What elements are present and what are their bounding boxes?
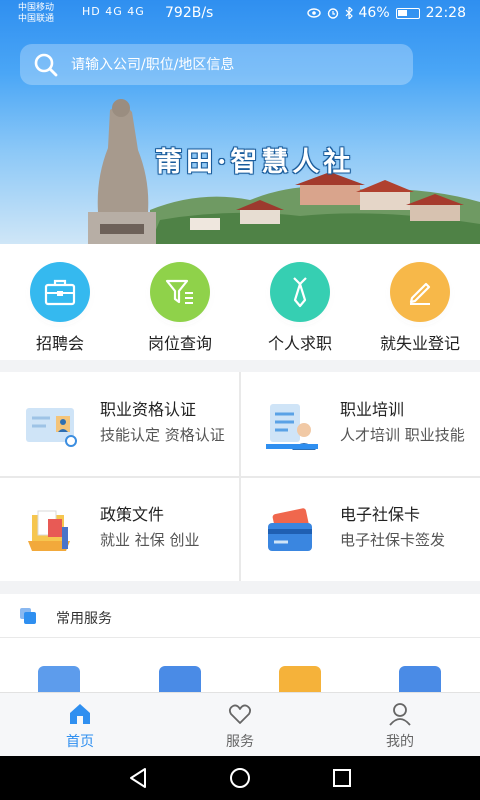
clock: 22:28 (425, 5, 466, 21)
tab-label-home: 首页 (66, 734, 94, 750)
home-button-icon[interactable] (228, 766, 252, 790)
quick-item-job-fair[interactable]: 招聘会 (0, 262, 120, 354)
service-cards: 职业资格认证 技能认定 资格认证 职业培训 人才培训 职业技能 政策文件 就业 … (0, 372, 480, 581)
training-icon (266, 404, 318, 450)
system-nav-bar (0, 756, 480, 800)
battery-percent: 46% (358, 5, 390, 21)
card-desc-training: 人才培训 职业技能 (340, 426, 465, 444)
card-desc-qualification: 技能认定 资格认证 (100, 426, 225, 444)
card-title-qualification: 职业资格认证 (100, 400, 197, 419)
common-services: 常用服务 (0, 594, 480, 696)
card-desc-policy: 就业 社保 创业 (100, 531, 200, 549)
banner: 中国移动 中国联通 HD 4G 4G 792B/s 46% 22:28 请输入公… (0, 0, 480, 244)
card-qualification[interactable]: 职业资格认证 技能认定 资格认证 (0, 372, 240, 476)
document-folder-icon (28, 510, 70, 551)
card-title-training: 职业培训 (340, 400, 405, 419)
search-bar[interactable] (20, 44, 413, 85)
tab-home[interactable]: 首页 (20, 701, 140, 751)
app-screen: 中国移动 中国联通 HD 4G 4G 792B/s 46% 22:28 请输入公… (0, 0, 480, 800)
tab-mine[interactable]: 我的 (340, 701, 460, 751)
heart-icon[interactable] (227, 701, 253, 727)
user-icon[interactable] (387, 701, 413, 727)
quick-item-job-seeking[interactable]: 个人求职 (240, 262, 360, 354)
tab-bar: 首页 服务 我的 (0, 692, 480, 756)
quick-item-employment-registration[interactable]: 就失业登记 (360, 262, 480, 354)
signal-icons: HD 4G 4G (82, 5, 145, 18)
bluetooth-icon (345, 7, 353, 19)
card-training[interactable]: 职业培训 人才培训 职业技能 (240, 372, 480, 476)
card-desc-social-security: 电子社保卡签发 (340, 531, 446, 549)
card-policy[interactable]: 政策文件 就业 社保 创业 (0, 477, 240, 581)
quick-label-job-search: 岗位查询 (147, 334, 212, 353)
carrier-info: 中国移动 中国联通 (18, 3, 54, 25)
filter-icon[interactable] (150, 262, 210, 322)
card-divider-horizontal (0, 476, 480, 478)
common-services-header: 常用服务 (0, 594, 480, 638)
common-services-title: 常用服务 (56, 611, 112, 627)
alarm-icon (327, 8, 338, 19)
tie-icon[interactable] (270, 262, 330, 322)
carrier-1: 中国移动 (18, 3, 55, 13)
battery-icon (395, 7, 420, 19)
carrier-2: 中国联通 (18, 14, 55, 24)
card-social-security[interactable]: 电子社保卡 电子社保卡签发 (240, 477, 480, 581)
card-icon (268, 508, 312, 551)
quick-services: 招聘会 岗位查询 个人求职 就失业登记 (0, 244, 480, 360)
tab-label-mine: 我的 (386, 734, 414, 750)
quick-label-job-fair: 招聘会 (35, 334, 84, 353)
home-icon[interactable] (67, 701, 93, 727)
briefcase-icon[interactable] (30, 262, 90, 322)
status-right: 46% 22:28 (306, 5, 466, 21)
search-input[interactable] (71, 56, 381, 73)
stack-icon (20, 608, 36, 624)
certificate-icon (26, 408, 77, 447)
search-icon[interactable] (33, 52, 59, 78)
card-title-policy: 政策文件 (100, 505, 165, 524)
banner-title: 莆田·智慧人社 (155, 147, 355, 178)
recent-apps-icon[interactable] (330, 766, 354, 790)
card-title-social-security: 电子社保卡 (340, 505, 421, 524)
network-speed: 792B/s (165, 5, 214, 21)
pencil-icon[interactable] (390, 262, 450, 322)
tab-service[interactable]: 服务 (180, 701, 300, 751)
quick-item-job-search[interactable]: 岗位查询 (120, 262, 240, 354)
status-bar: 中国移动 中国联通 HD 4G 4G 792B/s 46% 22:28 (0, 0, 480, 30)
back-icon[interactable] (126, 766, 150, 790)
quick-label-job-seeking: 个人求职 (267, 334, 332, 353)
eye-icon (306, 8, 321, 18)
tab-label-service: 服务 (226, 734, 254, 750)
quick-label-employment-registration: 就失业登记 (379, 334, 460, 353)
